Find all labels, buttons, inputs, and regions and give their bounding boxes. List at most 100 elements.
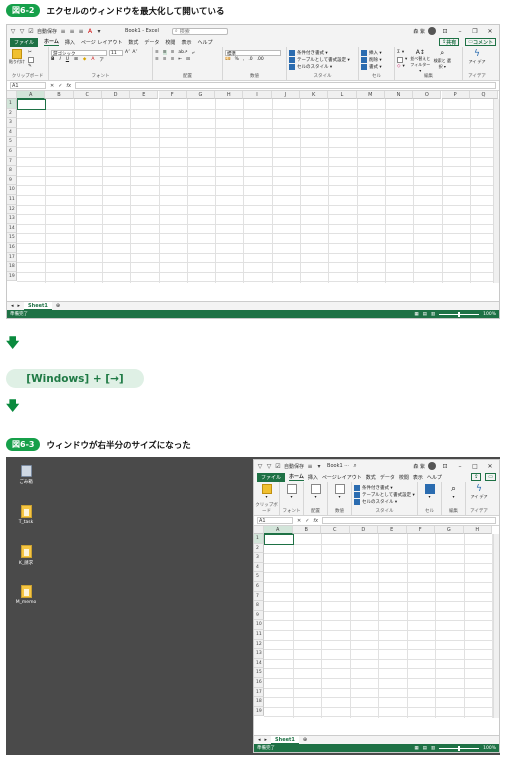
- copy-button[interactable]: [28, 56, 34, 63]
- font-color-icon[interactable]: A: [91, 57, 94, 62]
- filter-icon[interactable]: ▽: [266, 463, 272, 470]
- format-cells-button[interactable]: 書式 ▾: [361, 63, 392, 70]
- autosum-button[interactable]: Σ ▾: [397, 49, 407, 56]
- maximize-icon[interactable]: □: [469, 463, 481, 470]
- vertical-scrollbar[interactable]: [493, 99, 499, 283]
- row-header[interactable]: 5: [254, 572, 264, 582]
- column-header[interactable]: B: [45, 91, 74, 99]
- cell-styles-button[interactable]: セルのスタイル ▾: [289, 63, 356, 70]
- font-color-icon[interactable]: A: [87, 28, 93, 35]
- column-header[interactable]: O: [413, 91, 442, 99]
- fx-icon[interactable]: fx: [313, 518, 318, 524]
- filter-icon[interactable]: ▽: [10, 28, 16, 35]
- alignment-button[interactable]: ▾: [306, 484, 325, 499]
- sort-filter-button[interactable]: A↕ 並べ替えと フィルター ▾: [410, 49, 430, 73]
- align-left-icon[interactable]: ≡: [155, 57, 159, 62]
- filter-icon[interactable]: ▽: [257, 463, 263, 470]
- select-all-corner[interactable]: [254, 526, 264, 534]
- row-header[interactable]: 14: [254, 658, 264, 669]
- row-header[interactable]: 16: [7, 243, 17, 253]
- align-icon[interactable]: ≡: [60, 28, 66, 35]
- chevron-down-icon[interactable]: ▾: [316, 463, 322, 470]
- row-header[interactable]: 13: [254, 649, 264, 659]
- column-header[interactable]: F: [158, 91, 187, 99]
- next-sheet-icon[interactable]: ▸: [265, 737, 268, 743]
- format-as-table-button[interactable]: テーブルとして書式設定 ▾: [289, 56, 356, 63]
- bold-icon[interactable]: B: [51, 57, 54, 62]
- ribbon-display-icon[interactable]: ⊡: [439, 28, 451, 35]
- zoom-slider[interactable]: [439, 745, 480, 751]
- minimize-icon[interactable]: –: [454, 28, 466, 35]
- row-header[interactable]: 14: [7, 223, 17, 234]
- wrap-text-icon[interactable]: ⤶: [192, 50, 195, 56]
- page-break-view-icon[interactable]: ▥: [431, 312, 435, 317]
- indent-icon[interactable]: ⇤: [178, 57, 182, 62]
- restore-icon[interactable]: ❐: [469, 28, 481, 35]
- chevron-down-icon[interactable]: ▾: [96, 28, 102, 35]
- merge-icon[interactable]: ⊟: [186, 57, 190, 62]
- column-header[interactable]: C: [321, 526, 350, 534]
- minimize-icon[interactable]: –: [454, 463, 466, 470]
- row-header[interactable]: 3: [254, 553, 264, 563]
- column-header[interactable]: P: [441, 91, 470, 99]
- formula-input[interactable]: [75, 82, 496, 89]
- currency-icon[interactable]: 💴: [225, 57, 231, 62]
- row-header[interactable]: 12: [7, 204, 17, 215]
- worksheet-grid[interactable]: A B C D E F G H I J K L M N O P Q 1 2 3 4 5 6 7 8 9 10 11 12 13 14 15 16…: [7, 91, 499, 283]
- conditional-format-button[interactable]: 条件付き書式 ▾: [354, 484, 415, 491]
- column-header[interactable]: B: [292, 526, 321, 534]
- column-header[interactable]: E: [130, 91, 159, 99]
- find-select-button[interactable]: ⌕ 検索と 選択 ▾: [433, 49, 451, 73]
- align-top-icon[interactable]: ≡: [155, 50, 159, 55]
- row-header[interactable]: 19: [254, 706, 264, 717]
- close-icon[interactable]: ✕: [484, 463, 496, 470]
- cell-styles-button[interactable]: セルのスタイル ▾: [354, 498, 415, 505]
- column-header[interactable]: I: [243, 91, 272, 99]
- tab-page-layout[interactable]: ページレイアウト: [322, 474, 362, 481]
- tab-data[interactable]: データ: [144, 39, 159, 46]
- format-painter-button[interactable]: ✎: [28, 63, 34, 70]
- row-header[interactable]: 16: [254, 678, 264, 688]
- font-name-select[interactable]: 游ゴシック: [51, 49, 107, 57]
- delete-cells-button[interactable]: 削除 ▾: [361, 56, 392, 63]
- enter-icon[interactable]: ✓: [58, 83, 62, 89]
- tab-file[interactable]: ファイル: [257, 472, 286, 482]
- sheet-tab[interactable]: Sheet1: [271, 736, 299, 744]
- cells-button[interactable]: ▾: [420, 484, 439, 499]
- row-header[interactable]: 5: [7, 137, 17, 147]
- conditional-format-button[interactable]: 条件付き書式 ▾: [289, 49, 356, 56]
- editing-button[interactable]: ⌕ ▾: [444, 484, 463, 499]
- row-header[interactable]: 12: [254, 639, 264, 650]
- row-header[interactable]: 1: [254, 534, 264, 544]
- normal-view-icon[interactable]: ▦: [414, 746, 418, 751]
- formula-input[interactable]: [322, 517, 496, 524]
- row-header[interactable]: 4: [7, 127, 17, 138]
- desktop-icon-recycle-bin[interactable]: ごみ箱: [12, 465, 40, 485]
- fill-color-icon[interactable]: ◆: [83, 57, 86, 62]
- vertical-scrollbar[interactable]: [493, 534, 499, 718]
- name-box[interactable]: A1: [10, 82, 46, 89]
- filter-icon[interactable]: ▽: [19, 28, 25, 35]
- shrink-font-icon[interactable]: A˅: [132, 50, 137, 55]
- italic-icon[interactable]: I: [59, 57, 60, 62]
- row-header[interactable]: 6: [7, 147, 17, 157]
- clear-button[interactable]: ◇ ▾: [397, 63, 407, 70]
- grow-font-icon[interactable]: A˄: [125, 50, 130, 55]
- number-format-select[interactable]: 標準: [225, 49, 281, 57]
- row-header[interactable]: 17: [7, 252, 17, 263]
- page-layout-view-icon[interactable]: ▤: [423, 312, 427, 317]
- tab-help[interactable]: ヘルプ: [197, 39, 212, 46]
- row-header[interactable]: 19: [7, 271, 17, 282]
- row-header[interactable]: 15: [7, 233, 17, 243]
- row-header[interactable]: 9: [254, 610, 264, 621]
- row-header[interactable]: 2: [254, 543, 264, 554]
- user-name[interactable]: 森 紫: [413, 463, 425, 470]
- close-icon[interactable]: ✕: [484, 28, 496, 35]
- row-header[interactable]: 7: [7, 156, 17, 167]
- ideas-button[interactable]: ϟ アイ デア: [468, 484, 490, 500]
- align-bottom-icon[interactable]: ≡: [171, 50, 175, 55]
- orientation-icon[interactable]: ab↗: [178, 50, 187, 55]
- comment-button[interactable]: ▭: [485, 473, 496, 481]
- column-header[interactable]: G: [435, 526, 464, 534]
- zoom-slider[interactable]: [439, 311, 480, 317]
